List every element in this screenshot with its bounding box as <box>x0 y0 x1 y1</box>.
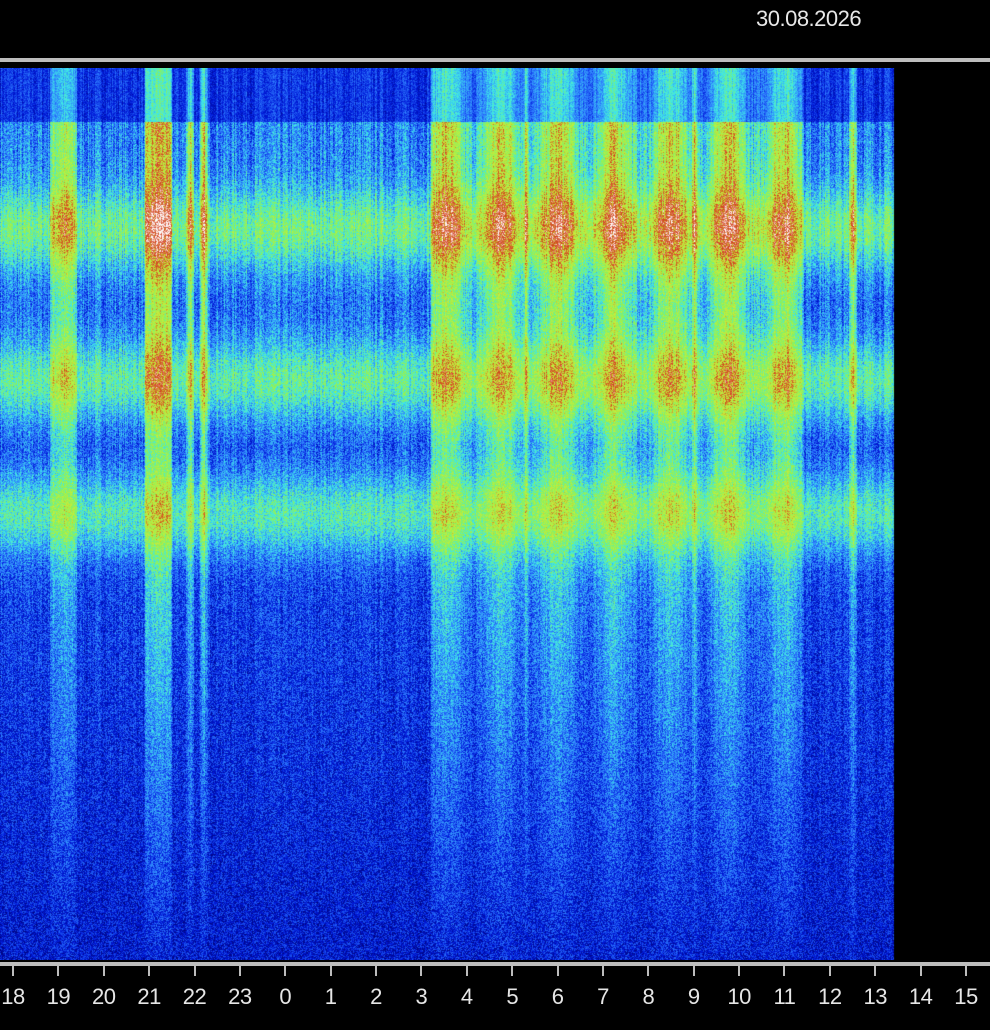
axis-tick <box>965 966 967 976</box>
axis-tick-label: 18 <box>1 984 25 1009</box>
axis-tick <box>102 966 105 976</box>
axis-tick <box>375 966 378 976</box>
axis-tick-label: 23 <box>228 984 252 1009</box>
axis-tick-label: 15 <box>954 984 978 1009</box>
axis-tick-label: 11 <box>773 984 796 1009</box>
axis-tick-label: 2 <box>370 984 382 1009</box>
axis-tick-label: 5 <box>506 984 519 1009</box>
axis-tick-label: 8 <box>642 984 655 1009</box>
axis-tick-label: 13 <box>863 984 887 1009</box>
axis-tick <box>647 966 650 976</box>
spectrogram-canvas <box>0 68 990 960</box>
spectrogram-plot <box>0 68 990 960</box>
axis-tick <box>238 966 241 976</box>
axis-tick <box>284 966 287 976</box>
axis-tick <box>874 966 877 976</box>
axis-tick-label: 19 <box>46 984 71 1009</box>
axis-tick <box>12 966 14 976</box>
axis-tick <box>783 966 786 976</box>
axis-tick <box>828 966 831 976</box>
axis-tick-label: 14 <box>908 984 933 1009</box>
axis-tick <box>465 966 468 976</box>
axis-tick-label: 9 <box>687 984 700 1009</box>
axis-tick <box>329 966 332 976</box>
axis-tick-label: 3 <box>415 984 428 1009</box>
axis-tick-label: 7 <box>597 984 609 1009</box>
top-rule <box>0 58 990 62</box>
axis-tick <box>57 966 60 976</box>
date-label: 30.08.2026 <box>756 6 862 31</box>
axis-tick-label: 10 <box>727 984 751 1009</box>
axis-tick <box>738 966 741 976</box>
time-axis: 18 19 20 21 22 23 0 1 2 3 4 5 6 7 8 9 10 11 12 13 14 15 <box>0 960 990 1030</box>
axis-tick-label: 20 <box>92 984 116 1009</box>
axis-tick <box>511 966 514 976</box>
axis-tick-label: 21 <box>137 984 161 1009</box>
axis-tick <box>420 966 423 976</box>
axis-tick-label: 1 <box>324 984 337 1009</box>
axis-tick-label: 4 <box>460 984 473 1009</box>
axis-tick <box>556 966 559 976</box>
axis-tick <box>692 966 695 976</box>
axis-tick <box>193 966 196 976</box>
axis-tick-label: 0 <box>279 984 292 1009</box>
axis-tick <box>919 966 922 976</box>
axis-tick <box>148 966 151 976</box>
axis-tick-label: 6 <box>551 984 564 1009</box>
axis-tick-label: 22 <box>182 984 207 1009</box>
axis-tick-label: 12 <box>818 984 842 1009</box>
axis-tick <box>601 966 604 976</box>
